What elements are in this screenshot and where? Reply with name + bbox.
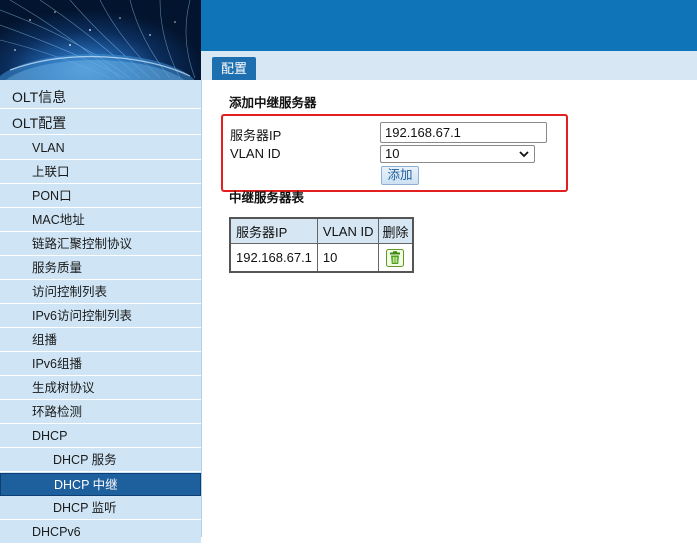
tab-strip: 配置 bbox=[201, 51, 697, 80]
sidebar-item-11[interactable]: IPv6组播 bbox=[0, 353, 201, 376]
main-content: 添加中继服务器 服务器IP VLAN ID 10 添加 中继服务器表 服务器IP… bbox=[201, 80, 697, 537]
sidebar-item-17[interactable]: DHCP 监听 bbox=[0, 497, 201, 520]
sidebar-item-6[interactable]: 链路汇聚控制协议 bbox=[0, 233, 201, 256]
sidebar-item-18[interactable]: DHCPv6 bbox=[0, 521, 201, 544]
sidebar-item-4[interactable]: PON口 bbox=[0, 185, 201, 208]
header-bar bbox=[201, 0, 697, 51]
sidebar-item-15[interactable]: DHCP 服务 bbox=[0, 449, 201, 472]
banner-logo-image bbox=[0, 0, 201, 80]
sidebar-nav: OLT信息 OLT配置 VLAN 上联口 PON口 MAC地址 链路汇聚控制协议 服务质量 访问… bbox=[0, 80, 202, 544]
table-row: 192.168.67.1 10 bbox=[229, 243, 413, 273]
sidebar-item-5[interactable]: MAC地址 bbox=[0, 209, 201, 232]
cell-vlan-id: 10 bbox=[316, 243, 380, 273]
tab-config[interactable]: 配置 bbox=[212, 57, 257, 80]
sidebar-item-0[interactable]: OLT信息 bbox=[0, 85, 201, 109]
relay-server-table: 服务器IP VLAN ID 删除 192.168.67.1 10 bbox=[229, 217, 414, 273]
sidebar-item-3[interactable]: 上联口 bbox=[0, 161, 201, 184]
column-header-delete: 删除 bbox=[378, 217, 413, 244]
column-header-vlan-id: VLAN ID bbox=[316, 217, 380, 244]
sidebar-item-16[interactable]: DHCP 中继 bbox=[0, 473, 201, 496]
sidebar-item-2[interactable]: VLAN bbox=[0, 137, 201, 160]
add-relay-server-title: 添加中继服务器 bbox=[229, 96, 317, 110]
sidebar-item-10[interactable]: 组播 bbox=[0, 329, 201, 352]
sidebar-item-8[interactable]: 访问控制列表 bbox=[0, 281, 201, 304]
column-header-server-ip: 服务器IP bbox=[229, 217, 318, 244]
highlight-annotation-box bbox=[221, 114, 568, 192]
table-header-row: 服务器IP VLAN ID 删除 bbox=[229, 217, 413, 244]
sidebar-item-13[interactable]: 环路检测 bbox=[0, 401, 201, 424]
cell-delete bbox=[378, 243, 413, 273]
sidebar-item-12[interactable]: 生成树协议 bbox=[0, 377, 201, 400]
sidebar-item-1[interactable]: OLT配置 bbox=[0, 111, 201, 135]
sidebar-item-7[interactable]: 服务质量 bbox=[0, 257, 201, 280]
sidebar-item-9[interactable]: IPv6访问控制列表 bbox=[0, 305, 201, 328]
trash-icon[interactable] bbox=[386, 248, 405, 267]
relay-server-table-title: 中继服务器表 bbox=[229, 191, 305, 205]
sidebar-item-14[interactable]: DHCP bbox=[0, 425, 201, 448]
cell-server-ip: 192.168.67.1 bbox=[229, 243, 318, 273]
